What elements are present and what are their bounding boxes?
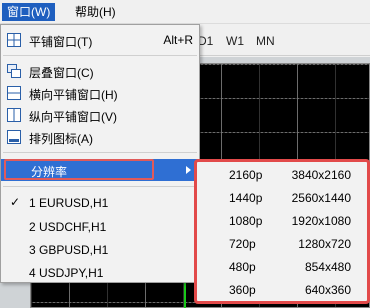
window-menu-dropdown: 平铺窗口(T) Alt+R 层叠窗口(C) 横向平铺窗口(H) 纵向平铺窗口(V… (0, 24, 200, 283)
resolution-name: 1440p (229, 191, 263, 205)
submenu-item-480p[interactable]: 480p 854x480 (197, 256, 367, 279)
menu-window[interactable]: 窗口(W) (2, 3, 56, 21)
timeframe-mn-button[interactable]: MN (256, 34, 275, 48)
submenu-item-1080p[interactable]: 1080p 1920x1080 (197, 210, 367, 233)
menu-item-window-3[interactable]: 3 GBPUSD,H1 (1, 239, 199, 261)
menu-separator (3, 186, 197, 187)
submenu-item-2160p[interactable]: 2160p 3840x2160 (197, 164, 367, 187)
menu-item-label: 纵向平铺窗口(V) (29, 110, 117, 124)
menu-item-window-4[interactable]: 4 USDJPY,H1 (1, 262, 199, 284)
menu-item-cascade[interactable]: 层叠窗口(C) (1, 60, 199, 82)
resolution-name: 360p (229, 283, 256, 297)
tile-vertical-icon (7, 108, 21, 122)
menu-item-shortcut: Alt+R (163, 33, 193, 47)
resolution-name: 720p (229, 237, 256, 251)
resolution-name: 480p (229, 260, 256, 274)
menu-item-label: 层叠窗口(C) (29, 66, 94, 80)
submenu-arrow-icon (186, 166, 191, 174)
menu-item-label: 1 EURUSD,H1 (29, 196, 109, 210)
menu-separator (3, 152, 197, 153)
resolution-submenu: 2160p 3840x2160 1440p 2560x1440 1080p 19… (194, 159, 370, 304)
menu-bar: 窗口(W) 帮助(H) (0, 0, 370, 24)
cascade-windows-icon (7, 64, 21, 78)
menu-item-tile-horizontal[interactable]: 横向平铺窗口(H) (1, 82, 199, 104)
menu-item-label: 横向平铺窗口(H) (29, 88, 118, 102)
annotation-highlight-resolution (4, 159, 154, 180)
resolution-size: 1280x720 (298, 237, 351, 251)
menu-help[interactable]: 帮助(H) (70, 3, 121, 21)
resolution-name: 2160p (229, 168, 263, 182)
menu-item-window-1[interactable]: ✓ 1 EURUSD,H1 (1, 192, 199, 214)
resolution-size: 640x360 (304, 283, 351, 297)
submenu-item-360p[interactable]: 360p 640x360 (197, 279, 367, 302)
menu-item-label: 平铺窗口(T) (29, 35, 93, 49)
tile-windows-icon (7, 33, 21, 47)
tile-horizontal-icon (7, 86, 21, 100)
checkmark-icon: ✓ (10, 195, 21, 209)
timeframe-d1-button[interactable]: D1 (198, 34, 213, 48)
menu-item-window-2[interactable]: 2 USDCHF,H1 (1, 216, 199, 238)
menu-item-tile-vertical[interactable]: 纵向平铺窗口(V) (1, 104, 199, 126)
arrange-icons-icon (7, 130, 21, 144)
resolution-size: 3840x2160 (291, 168, 351, 182)
menu-item-label: 排列图标(A) (29, 132, 93, 146)
resolution-size: 2560x1440 (291, 191, 351, 205)
menu-item-label: 4 USDJPY,H1 (29, 266, 104, 280)
menu-item-arrange-icons[interactable]: 排列图标(A) (1, 126, 199, 148)
menu-item-tile[interactable]: 平铺窗口(T) Alt+R (1, 29, 199, 51)
submenu-item-720p[interactable]: 720p 1280x720 (197, 233, 367, 256)
menu-separator (3, 55, 197, 56)
menu-item-label: 2 USDCHF,H1 (29, 220, 107, 234)
resolution-name: 1080p (229, 214, 263, 228)
menu-item-label: 3 GBPUSD,H1 (29, 243, 109, 257)
submenu-item-1440p[interactable]: 1440p 2560x1440 (197, 187, 367, 210)
resolution-size: 854x480 (304, 260, 351, 274)
resolution-size: 1920x1080 (291, 214, 351, 228)
timeframe-w1-button[interactable]: W1 (226, 34, 244, 48)
